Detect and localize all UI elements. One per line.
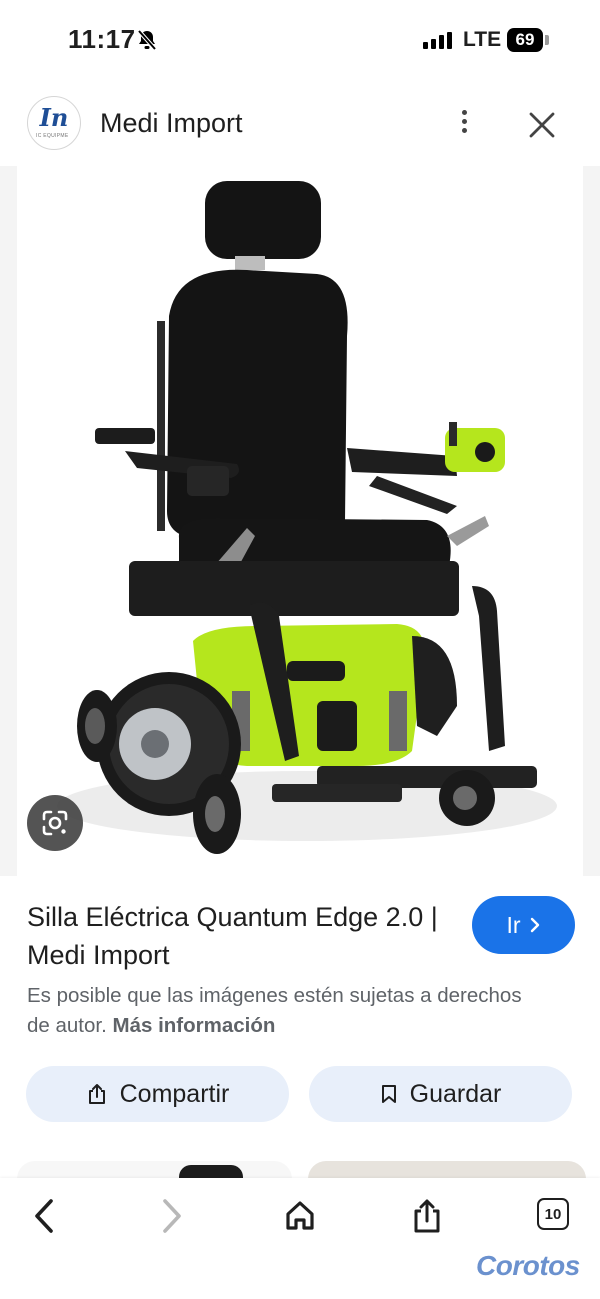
close-icon[interactable] [527,110,557,140]
chevron-left-icon [35,1199,53,1233]
save-label: Guardar [409,1079,502,1108]
bottom-toolbar: 10 Corotos [0,1178,600,1299]
more-vert-icon[interactable] [452,106,476,140]
logo-text: In [39,103,69,132]
forward-button[interactable] [150,1194,194,1238]
result-title[interactable]: Silla Eléctrica Quantum Edge 2.0 | Medi … [27,898,447,974]
status-bar: 11:17 LTE 69 [0,0,600,84]
share-icon [88,1084,105,1104]
logo-subtext: IC EQUIPME [36,133,69,139]
share-icon [414,1199,440,1233]
bookmark-icon [381,1085,396,1103]
visit-button[interactable]: Ir [472,896,575,954]
chevron-right-icon [163,1199,181,1233]
save-button[interactable]: Guardar [309,1066,572,1122]
battery-tip [545,35,549,45]
site-name[interactable]: Medi Import [100,108,243,139]
watermark: Corotos [476,1250,580,1281]
image-canvas [17,166,583,876]
status-time: 11:17 [68,24,136,54]
chevron-right-icon [530,917,539,933]
lens-search-button[interactable] [27,795,83,851]
share-label: Compartir [119,1079,230,1108]
tabs-button[interactable]: 10 [537,1198,569,1230]
site-logo[interactable]: In IC EQUIPME [27,96,81,150]
image-preview [0,166,600,876]
share-button[interactable]: Compartir [26,1066,289,1122]
power-wheelchair-image[interactable] [17,166,583,876]
back-button[interactable] [22,1194,66,1238]
network-label: LTE [463,28,502,51]
lens-icon [42,810,68,836]
share-page-button[interactable] [405,1194,449,1238]
copyright-notice: Es posible que las imágenes estén sujeta… [27,981,547,1041]
more-info-link[interactable]: Más información [113,1014,276,1037]
bell-muted-icon [137,29,157,51]
home-button[interactable] [278,1194,322,1238]
battery-icon: 69 [507,28,543,52]
signal-icon [423,32,452,49]
visit-button-label: Ir [506,911,521,938]
home-icon [286,1201,314,1230]
source-header: In IC EQUIPME Medi Import [0,84,600,166]
